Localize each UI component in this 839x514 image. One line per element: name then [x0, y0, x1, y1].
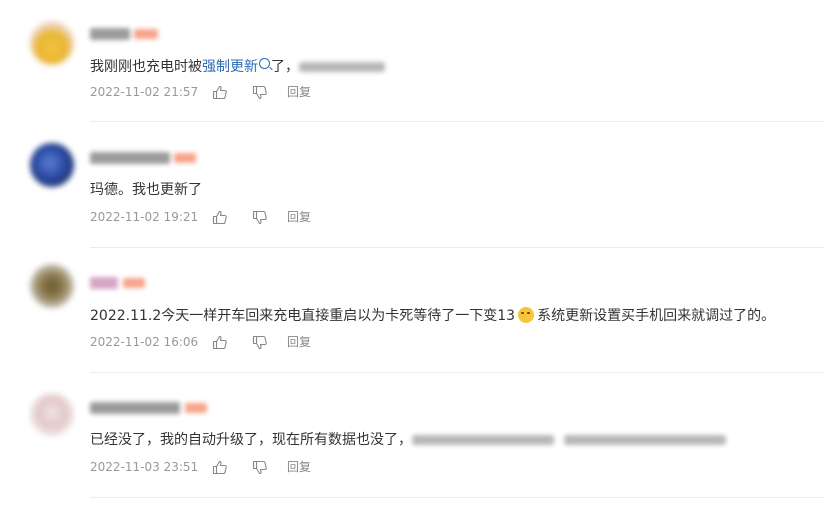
- thumbs-up-icon[interactable]: [212, 335, 228, 355]
- thumbs-up-icon[interactable]: [212, 85, 228, 105]
- blurred-text: [299, 62, 385, 72]
- thumbs-down-icon[interactable]: [252, 210, 268, 230]
- avatar[interactable]: [30, 21, 74, 65]
- blurred-text: [412, 435, 554, 445]
- username-blurred[interactable]: [90, 152, 200, 164]
- comment-time: 2022-11-02 16:06: [90, 335, 199, 349]
- comment-item: 玛德。我也更新了 2022-11-02 19:21 回复: [0, 139, 839, 264]
- avatar[interactable]: [30, 264, 74, 308]
- divider: [90, 121, 825, 122]
- blurred-text: [564, 435, 726, 445]
- thumbs-down-icon[interactable]: [252, 85, 268, 105]
- comment-item: 2022.11.2今天一样开车回来充电直接重启以为卡死等待了一下变13 系统更新设…: [0, 264, 839, 389]
- username-blurred[interactable]: [90, 402, 210, 414]
- thumbs-down-icon[interactable]: [252, 335, 268, 355]
- comment-time: 2022-11-03 23:51: [90, 460, 199, 474]
- divider: [90, 497, 825, 498]
- reply-button[interactable]: 回复: [287, 458, 311, 476]
- user-badge: [134, 29, 158, 39]
- thumbs-up-icon[interactable]: [212, 460, 228, 480]
- topic-link[interactable]: 强制更新: [202, 58, 271, 75]
- avatar[interactable]: [30, 393, 74, 437]
- comment-time: 2022-11-02 19:21: [90, 210, 199, 224]
- laughing-emoji-icon: [518, 307, 535, 323]
- reply-button[interactable]: 回复: [287, 83, 311, 101]
- comment-text: 我刚刚也充电时被强制更新 了，: [90, 57, 385, 77]
- reply-button[interactable]: 回复: [287, 208, 311, 226]
- username-blurred[interactable]: [90, 277, 150, 289]
- comment-item: 我刚刚也充电时被强制更新 了， 2022-11-02 21:57 回复: [0, 14, 839, 139]
- user-badge: [174, 153, 196, 163]
- reply-button[interactable]: 回复: [287, 333, 311, 351]
- avatar[interactable]: [30, 143, 74, 187]
- comment-time: 2022-11-02 21:57: [90, 85, 199, 99]
- thumbs-up-icon[interactable]: [212, 210, 228, 230]
- comment-text: 玛德。我也更新了: [90, 182, 202, 198]
- thumbs-down-icon[interactable]: [252, 460, 268, 480]
- user-badge: [185, 403, 207, 413]
- divider: [90, 372, 825, 373]
- comment-text: 已经没了，我的自动升级了，现在所有数据也没了，: [90, 430, 726, 450]
- user-badge: [123, 278, 145, 288]
- search-icon: [259, 58, 270, 69]
- comment-item: 已经没了，我的自动升级了，现在所有数据也没了， 2022-11-03 23:51…: [0, 389, 839, 514]
- divider: [90, 247, 825, 248]
- comment-text: 2022.11.2今天一样开车回来充电直接重启以为卡死等待了一下变13 系统更新设…: [90, 307, 776, 324]
- username-blurred[interactable]: [90, 28, 160, 40]
